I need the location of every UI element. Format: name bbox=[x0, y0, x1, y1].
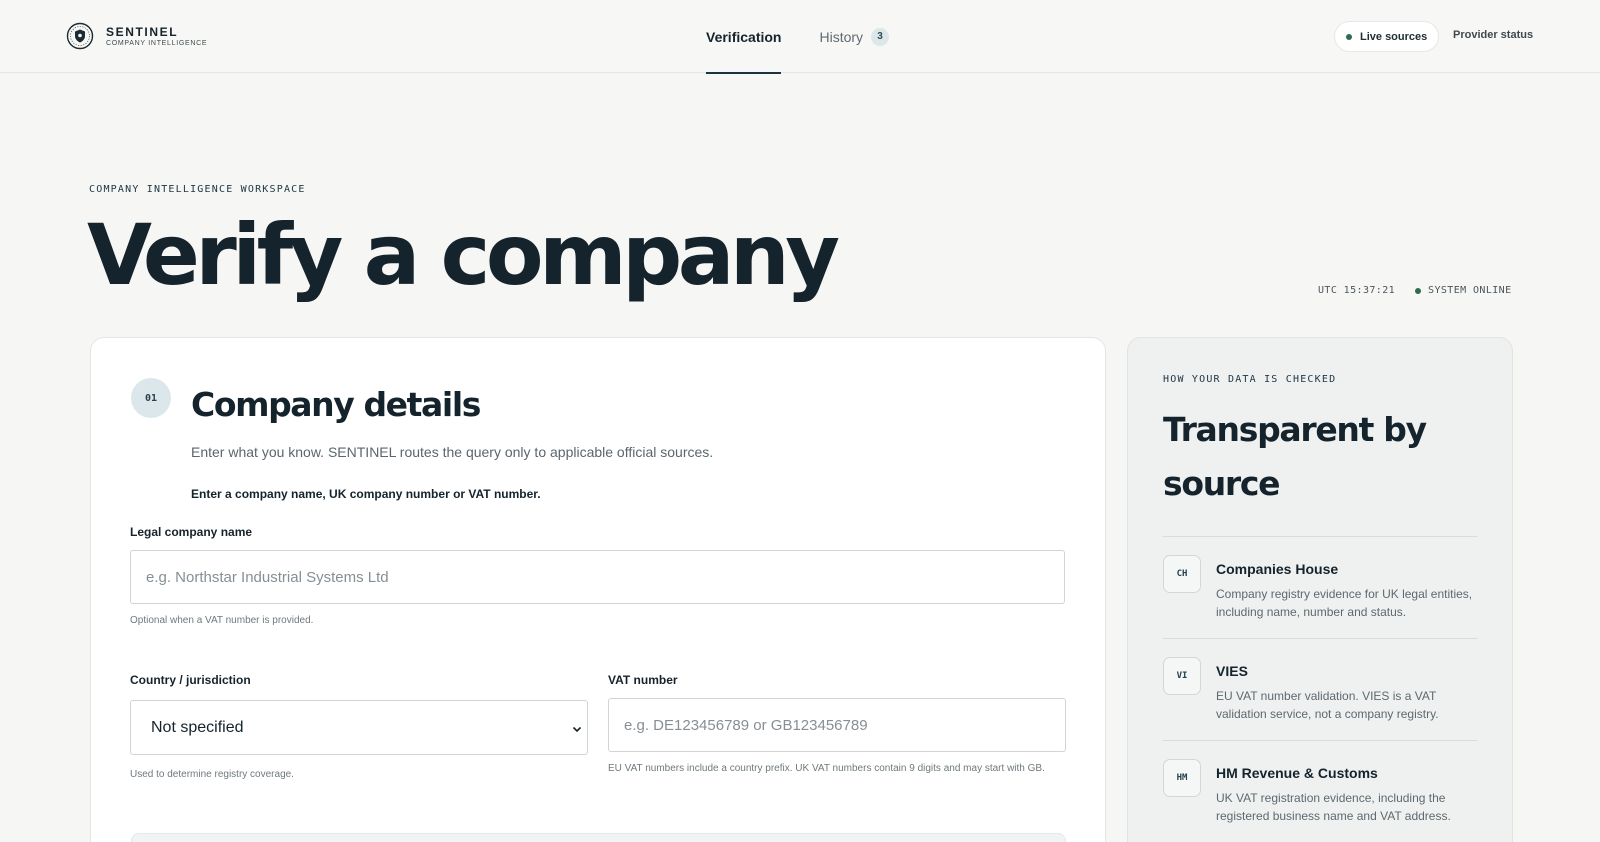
country-label: Country / jurisdiction bbox=[130, 673, 251, 687]
brand-subtitle: COMPANY INTELLIGENCE bbox=[106, 39, 208, 47]
source-item-companies-house: CH Companies House Company registry evid… bbox=[1163, 536, 1478, 638]
source-description: EU VAT number validation. VIES is a VAT … bbox=[1216, 689, 1439, 721]
brand-name: SENTINEL bbox=[106, 24, 179, 39]
country-selected-value: Not specified bbox=[151, 718, 244, 736]
brand-logo[interactable]: SENTINEL COMPANY INTELLIGENCE bbox=[66, 22, 207, 50]
form-title: Company details bbox=[191, 385, 481, 424]
live-sources-label: Live sources bbox=[1360, 30, 1428, 43]
source-item-vies: VI VIES EU VAT number validation. VIES i… bbox=[1163, 638, 1478, 740]
sidebar-eyebrow: HOW YOUR DATA IS CHECKED bbox=[1163, 374, 1337, 385]
source-item-hmrc: HM HM Revenue & Customs UK VAT registrat… bbox=[1163, 740, 1478, 842]
system-status: UTC 15:37:21 SYSTEM ONLINE bbox=[1318, 285, 1512, 296]
source-name: Companies House bbox=[1216, 561, 1339, 577]
vat-number-input[interactable] bbox=[608, 698, 1066, 752]
source-code-badge: VI bbox=[1163, 657, 1201, 695]
form-hint: Enter a company name, UK company number … bbox=[191, 487, 541, 501]
shield-logo-icon bbox=[66, 22, 94, 50]
utc-clock: UTC 15:37:21 bbox=[1318, 285, 1396, 296]
history-count-badge: 3 bbox=[871, 27, 890, 46]
live-sources-button[interactable]: Live sources bbox=[1334, 21, 1440, 52]
source-description: Company registry evidence for UK legal e… bbox=[1216, 587, 1473, 619]
legal-name-input[interactable] bbox=[130, 550, 1065, 604]
tab-verification-label: Verification bbox=[706, 28, 782, 45]
vat-label: VAT number bbox=[608, 673, 678, 687]
tab-history-label: History bbox=[819, 28, 864, 45]
system-online-dot-icon bbox=[1415, 287, 1422, 294]
sidebar-title: Transparent by source bbox=[1163, 410, 1427, 503]
legal-name-label: Legal company name bbox=[130, 525, 253, 539]
source-description: UK VAT registration evidence, including … bbox=[1216, 791, 1451, 823]
country-select[interactable]: Not specified bbox=[130, 700, 588, 755]
source-code-badge: HM bbox=[1163, 759, 1201, 797]
top-bar: SENTINEL COMPANY INTELLIGENCE Verificati… bbox=[0, 0, 1600, 74]
workspace-eyebrow: COMPANY INTELLIGENCE WORKSPACE bbox=[89, 184, 306, 195]
main-nav: Verification History 3 bbox=[706, 0, 890, 74]
live-status-dot-icon bbox=[1346, 33, 1352, 40]
source-name: HM Revenue & Customs bbox=[1216, 765, 1378, 781]
chevron-down-icon bbox=[572, 726, 582, 733]
vat-help: EU VAT numbers include a country prefix.… bbox=[608, 763, 1045, 774]
source-code-badge: CH bbox=[1163, 555, 1201, 593]
company-details-card: 01 Company details Enter what you know. … bbox=[90, 337, 1106, 842]
system-status-label: SYSTEM ONLINE bbox=[1428, 285, 1512, 296]
form-description: Enter what you know. SENTINEL routes the… bbox=[191, 444, 714, 460]
provider-status-link[interactable]: Provider status bbox=[1453, 29, 1533, 41]
country-help: Used to determine registry coverage. bbox=[130, 769, 294, 780]
tab-verification[interactable]: Verification bbox=[706, 0, 782, 74]
data-sources-sidebar: HOW YOUR DATA IS CHECKED Transparent by … bbox=[1127, 337, 1513, 842]
legal-name-help: Optional when a VAT number is provided. bbox=[130, 615, 314, 626]
next-section-panel bbox=[131, 833, 1066, 842]
source-name: VIES bbox=[1216, 663, 1248, 679]
tab-history[interactable]: History 3 bbox=[819, 0, 890, 73]
step-number-badge: 01 bbox=[131, 378, 171, 418]
page-title: Verify a company bbox=[87, 206, 840, 304]
